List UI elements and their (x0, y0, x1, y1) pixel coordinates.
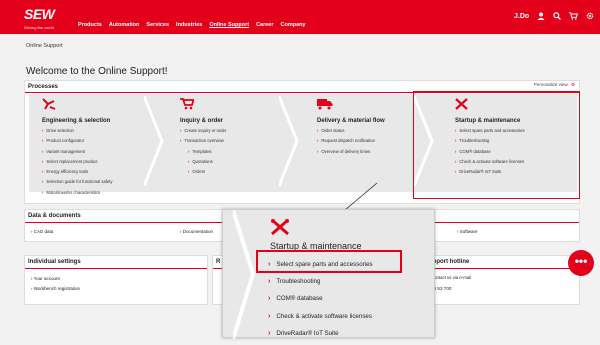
tools-icon (271, 218, 289, 236)
zoom-callout: Startup & maintenance Select spare parts… (222, 209, 435, 339)
flow-chevron-icon (233, 210, 255, 339)
more-options-button[interactable]: ••• (568, 250, 594, 276)
zoom-link-licenses[interactable]: Check & activate software licenses (268, 311, 373, 328)
zoom-link-driveradar[interactable]: DriveRadar® IoT Suite (268, 328, 373, 345)
spare-parts-highlight (256, 250, 402, 273)
zoom-link-com-database[interactable]: COM® database (268, 293, 373, 310)
zoom-link-troubleshooting[interactable]: Troubleshooting (268, 276, 373, 293)
dots-icon: ••• (574, 254, 588, 268)
